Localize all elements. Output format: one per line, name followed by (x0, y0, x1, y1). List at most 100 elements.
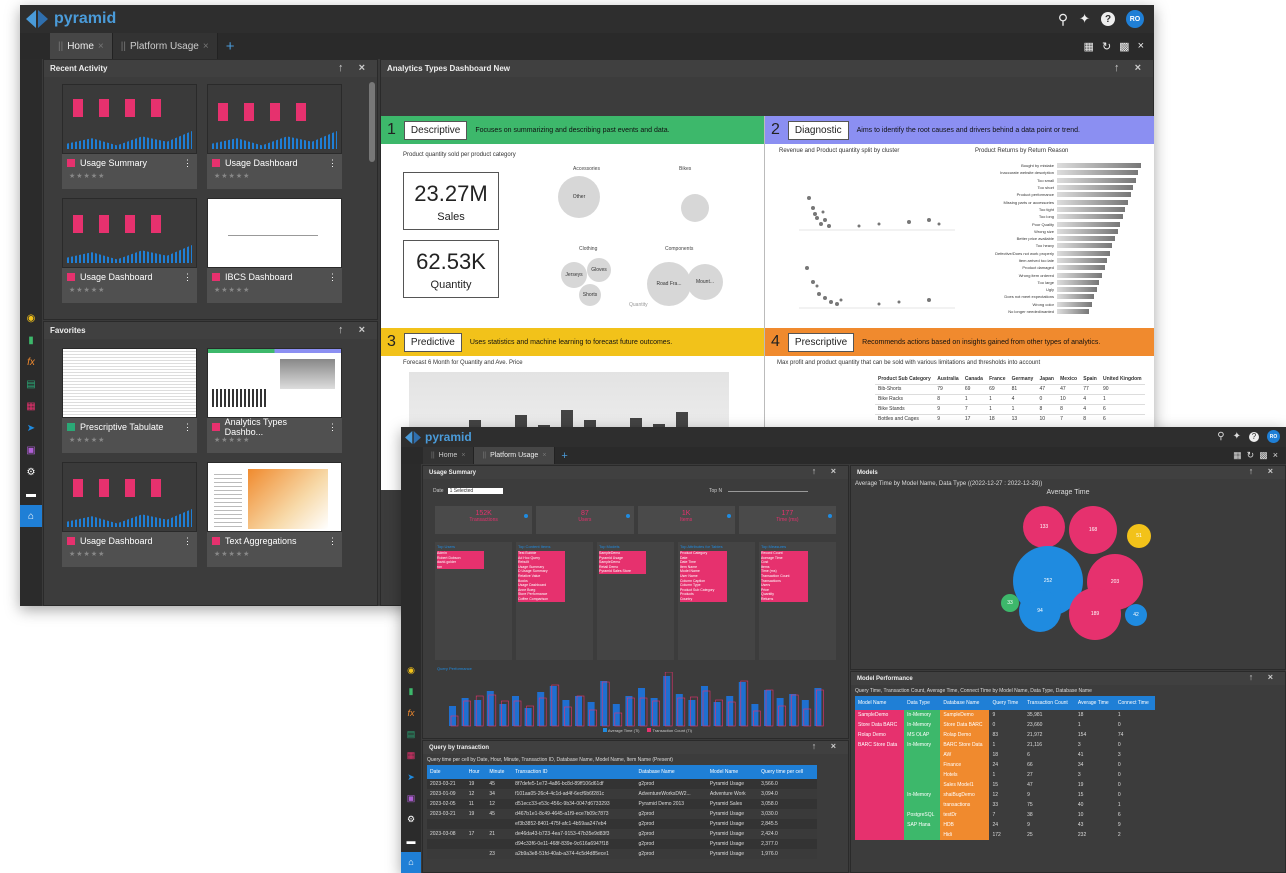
content-card[interactable]: Prescriptive Tabulate ⋮ ★★★★★ (62, 348, 197, 453)
close-icon[interactable]: × (1138, 40, 1144, 53)
table-row[interactable]: In-Memory shaiBugDemo 12 9 15 0 (855, 790, 1155, 800)
table-row[interactable]: PostgreSQL testDr 7 38 10 6 (855, 810, 1155, 820)
table-row[interactable]: BARC Store Data In-Memory BARC Store Data 1… (855, 740, 1155, 750)
notification-icon[interactable]: ✦ (1233, 431, 1241, 442)
more-icon[interactable]: ⋮ (183, 158, 192, 169)
rating-stars[interactable]: ★★★★★ (207, 550, 342, 558)
layout-icon[interactable]: ▦ (1084, 40, 1094, 53)
table-cell: 12 (992, 792, 999, 798)
date-filter[interactable]: Date 1 Selected (433, 488, 504, 494)
table-row[interactable]: 23 a2b9a3e8-51fd-40ab-a374-4c5d4d85ece1 g2… (427, 849, 817, 859)
more-icon[interactable]: ⋮ (183, 536, 192, 547)
folder-icon[interactable]: ▬ (401, 830, 421, 851)
topn-filter[interactable]: Top N (709, 488, 809, 494)
present-icon[interactable]: ▤ (401, 724, 421, 745)
content-card[interactable]: Analytics Types Dashbo... ⋮ ★★★★★ (207, 348, 342, 453)
more-icon[interactable]: ⋮ (328, 422, 337, 433)
refresh-icon[interactable]: ↻ (1247, 450, 1255, 461)
rating-stars[interactable]: ★★★★★ (62, 550, 197, 558)
rating-stars[interactable]: ★★★★★ (62, 286, 197, 294)
notification-icon[interactable]: ✦ (1079, 11, 1090, 27)
publish-icon[interactable]: ➤ (20, 417, 42, 439)
table-row[interactable]: 2023-03-21 19 45 8f7defe5-1e72-4a86-bc8d-89… (427, 779, 817, 789)
content-card[interactable]: Usage Dashboard ⋮ ★★★★★ (207, 84, 342, 189)
refresh-icon[interactable]: ↻ (1102, 40, 1111, 53)
close-icon[interactable]: × (1273, 450, 1278, 461)
table-row[interactable]: SampleDemo In-Memory SampleDemo 9 35,981 18 1 (855, 710, 1155, 720)
table-row[interactable]: Rolap Demo MS OLAP Rolap Demo 83 21,972 154 74 (855, 730, 1155, 740)
settings-icon[interactable]: ⚙ (401, 809, 421, 830)
help-icon[interactable]: ? (1249, 431, 1259, 442)
content-card[interactable]: Usage Dashboard ⋮ ★★★★★ (62, 198, 197, 303)
add-tab-button[interactable]: + (218, 38, 243, 55)
database-icon[interactable]: ◉ (20, 307, 42, 329)
grid-icon[interactable]: ▦ (20, 395, 42, 417)
more-icon[interactable]: ⋮ (183, 422, 192, 433)
rating-stars[interactable]: ★★★★★ (207, 436, 342, 444)
model-bubble: 94 (1019, 590, 1061, 632)
table-row[interactable]: AW 18 6 41 3 (855, 750, 1155, 760)
content-card[interactable]: IBCS Dashboard ⋮ ★★★★★ (207, 198, 342, 303)
more-icon[interactable]: ⋮ (328, 272, 337, 283)
table-row[interactable]: SAP Hana HDB 24 9 43 9 (855, 820, 1155, 830)
folder-icon[interactable]: ▬ (20, 483, 42, 505)
rating-stars[interactable]: ★★★★★ (207, 172, 342, 180)
close-icon[interactable]: × (542, 452, 546, 459)
scrollbar[interactable] (369, 82, 375, 162)
table-row[interactable]: transactions 33 75 40 1 (855, 800, 1155, 810)
more-icon[interactable]: ⋮ (328, 158, 337, 169)
user-avatar[interactable]: RO (1267, 430, 1280, 443)
table-row[interactable]: 2023-02-05 11 12 d51ecc33-e53c-456c-9b34-00… (427, 799, 817, 809)
rating-stars[interactable]: ★★★★★ (62, 172, 197, 180)
layout-icon[interactable]: ▦ (1233, 450, 1242, 461)
chart-icon[interactable]: ▮ (20, 329, 42, 351)
table-row[interactable]: Hidi 172 25 232 2 (855, 830, 1155, 840)
table-row[interactable]: Finance 24 66 34 0 (855, 760, 1155, 770)
filter-select[interactable]: 1 Selected (447, 488, 504, 494)
save-icon[interactable]: ▩ (1119, 40, 1129, 53)
more-icon[interactable]: ⋮ (328, 536, 337, 547)
tab-platform-usage[interactable]: || Platform Usage × (474, 447, 556, 464)
add-tab-button[interactable]: + (555, 450, 573, 462)
close-icon[interactable]: × (461, 452, 465, 459)
table-row[interactable]: ef3b3852-8401-475f-afc1-4b59aa247eb4 g2pr… (427, 819, 817, 829)
illustrate-icon[interactable]: ▣ (20, 439, 42, 461)
formula-icon[interactable]: fx (20, 351, 42, 373)
content-card[interactable]: Usage Dashboard ⋮ ★★★★★ (62, 462, 197, 567)
column-header: Model Name (706, 765, 759, 779)
search-icon[interactable]: ⚲ (1058, 11, 1068, 28)
tab-home[interactable]: || Home × (423, 447, 475, 464)
table-row[interactable]: 2023-03-08 17 21 de46da43-b723-4ea7-9153-47… (427, 829, 817, 839)
save-icon[interactable]: ▩ (1259, 450, 1268, 461)
user-avatar[interactable]: RO (1126, 10, 1144, 28)
help-icon[interactable]: ? (1101, 12, 1115, 26)
publish-icon[interactable]: ➤ (401, 766, 421, 787)
content-card[interactable]: Text Aggregations ⋮ ★★★★★ (207, 462, 342, 567)
table-row[interactable]: Hotels 1 27 3 0 (855, 770, 1155, 780)
table-row[interactable]: d94c33f6-0e11-468f-839e-9c616a6947f18 g2p… (427, 839, 817, 849)
rating-stars[interactable]: ★★★★★ (62, 436, 197, 444)
formula-icon[interactable]: fx (401, 703, 421, 724)
home-icon[interactable]: ⌂ (401, 851, 421, 873)
search-icon[interactable]: ⚲ (1217, 431, 1224, 442)
rating-stars[interactable]: ★★★★★ (207, 286, 342, 294)
tab-platform-usage[interactable]: || Platform Usage × (112, 33, 218, 59)
close-icon[interactable]: × (203, 41, 209, 52)
more-icon[interactable]: ⋮ (183, 272, 192, 283)
content-card[interactable]: Usage Summary ⋮ ★★★★★ (62, 84, 197, 189)
table-row[interactable]: 2023-03-21 19 45 d467b1e1-8c49-4645-a1f9-ec… (427, 809, 817, 819)
table-row[interactable]: Store Data BARC In-Memory Store Data BARC 0… (855, 720, 1155, 730)
close-icon[interactable]: × (98, 41, 104, 52)
table-row[interactable]: 2023-01-09 12 34 f101aa05-26c4-4c1d-ad4f-6e… (427, 789, 817, 799)
home-icon[interactable]: ⌂ (20, 505, 42, 527)
settings-icon[interactable]: ⚙ (20, 461, 42, 483)
bar (1057, 279, 1100, 285)
grid-icon[interactable]: ▦ (401, 745, 421, 766)
chart-icon[interactable]: ▮ (401, 681, 421, 702)
database-icon[interactable]: ◉ (401, 660, 421, 681)
illustrate-icon[interactable]: ▣ (401, 788, 421, 809)
table-row[interactable]: Sales Model1 15 47 19 0 (855, 780, 1155, 790)
present-icon[interactable]: ▤ (20, 373, 42, 395)
tab-home[interactable]: || Home × (50, 33, 113, 59)
panel-title: Recent Activity (50, 64, 108, 73)
